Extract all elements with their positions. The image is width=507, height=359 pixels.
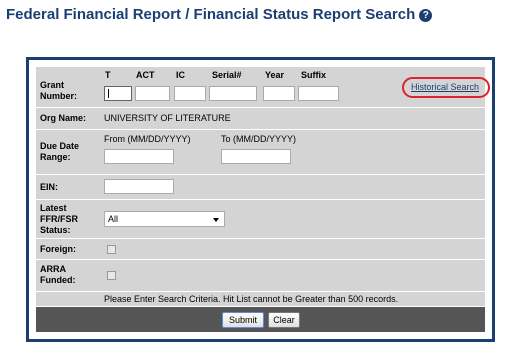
page-title-text: Federal Financial Report / Financial Sta… bbox=[6, 6, 416, 23]
text-cursor bbox=[108, 89, 109, 98]
serial-input[interactable] bbox=[209, 86, 257, 101]
clear-button[interactable]: Clear bbox=[268, 312, 300, 328]
due-date-label: Due Date Range: bbox=[40, 141, 80, 162]
status-label: Latest FFR/FSR Status: bbox=[40, 203, 78, 235]
to-date-input[interactable] bbox=[221, 149, 291, 164]
message-row: Please Enter Search Criteria. Hit List c… bbox=[36, 292, 485, 306]
type-label: T bbox=[105, 70, 111, 80]
ic-label: IC bbox=[176, 70, 185, 80]
org-name-label: Org Name: bbox=[40, 113, 87, 123]
org-name-label-cell: Org Name: bbox=[36, 108, 99, 129]
grant-number-row: Grant Number: T ACT IC Serial# Year Suff… bbox=[36, 67, 490, 107]
ein-label-cell: EIN: bbox=[36, 175, 99, 199]
foreign-label: Foreign: bbox=[40, 244, 76, 254]
submit-button[interactable]: Submit bbox=[222, 312, 264, 328]
due-date-label-cell: Due Date Range: bbox=[36, 130, 99, 174]
status-select[interactable]: All bbox=[104, 211, 225, 227]
act-label: ACT bbox=[136, 70, 155, 80]
search-form: Grant Number: T ACT IC Serial# Year Suff… bbox=[36, 67, 490, 332]
ein-label: EIN: bbox=[40, 182, 58, 192]
historical-search-link[interactable]: Historical Search bbox=[411, 82, 479, 92]
foreign-checkbox[interactable] bbox=[107, 245, 116, 254]
page-title: Federal Financial Report / Financial Sta… bbox=[6, 6, 433, 23]
grant-number-label: Grant Number: bbox=[40, 80, 78, 101]
help-icon[interactable]: ? bbox=[419, 9, 433, 22]
ein-input[interactable] bbox=[104, 179, 174, 194]
arra-checkbox[interactable] bbox=[107, 271, 116, 280]
org-name-field: UNIVERSITY OF LITERATURE bbox=[100, 108, 485, 129]
status-label-cell: Latest FFR/FSR Status: bbox=[36, 200, 99, 238]
year-label: Year bbox=[265, 70, 285, 80]
search-panel: Grant Number: T ACT IC Serial# Year Suff… bbox=[26, 57, 495, 342]
due-date-fields: From (MM/DD/YYYY) To (MM/DD/YYYY) bbox=[100, 130, 485, 174]
ein-row: EIN: bbox=[36, 175, 485, 199]
due-date-row: Due Date Range: From (MM/DD/YYYY) To (MM… bbox=[36, 130, 485, 174]
button-bar: Submit Clear bbox=[36, 307, 485, 332]
arra-label: ARRA Funded: bbox=[40, 264, 76, 285]
foreign-field bbox=[100, 239, 485, 259]
from-date-label: From (MM/DD/YYYY) bbox=[104, 134, 191, 144]
org-name-value: UNIVERSITY OF LITERATURE bbox=[104, 113, 231, 123]
ein-field bbox=[100, 175, 485, 199]
ic-input[interactable] bbox=[174, 86, 206, 101]
foreign-label-cell: Foreign: bbox=[36, 239, 99, 259]
grant-number-fields: T ACT IC Serial# Year Suffix Historical … bbox=[100, 67, 490, 107]
serial-label: Serial# bbox=[212, 70, 242, 80]
chevron-down-icon bbox=[213, 218, 219, 222]
search-panel-inner: Grant Number: T ACT IC Serial# Year Suff… bbox=[29, 60, 492, 339]
suffix-label: Suffix bbox=[301, 70, 327, 80]
act-input[interactable] bbox=[135, 86, 170, 101]
search-criteria-message: Please Enter Search Criteria. Hit List c… bbox=[104, 294, 399, 304]
arra-row: ARRA Funded: bbox=[36, 260, 485, 291]
type-input[interactable] bbox=[104, 86, 132, 101]
foreign-row: Foreign: bbox=[36, 239, 485, 259]
grant-number-label-cell: Grant Number: bbox=[36, 67, 99, 107]
year-input[interactable] bbox=[263, 86, 295, 101]
status-selected-value: All bbox=[108, 214, 119, 224]
arra-label-cell: ARRA Funded: bbox=[36, 260, 99, 291]
to-date-label: To (MM/DD/YYYY) bbox=[221, 134, 297, 144]
arra-field bbox=[100, 260, 485, 291]
suffix-input[interactable] bbox=[298, 86, 339, 101]
org-name-row: Org Name: UNIVERSITY OF LITERATURE bbox=[36, 108, 485, 129]
status-field: All bbox=[100, 200, 485, 238]
from-date-input[interactable] bbox=[104, 149, 174, 164]
status-row: Latest FFR/FSR Status: All bbox=[36, 200, 485, 238]
